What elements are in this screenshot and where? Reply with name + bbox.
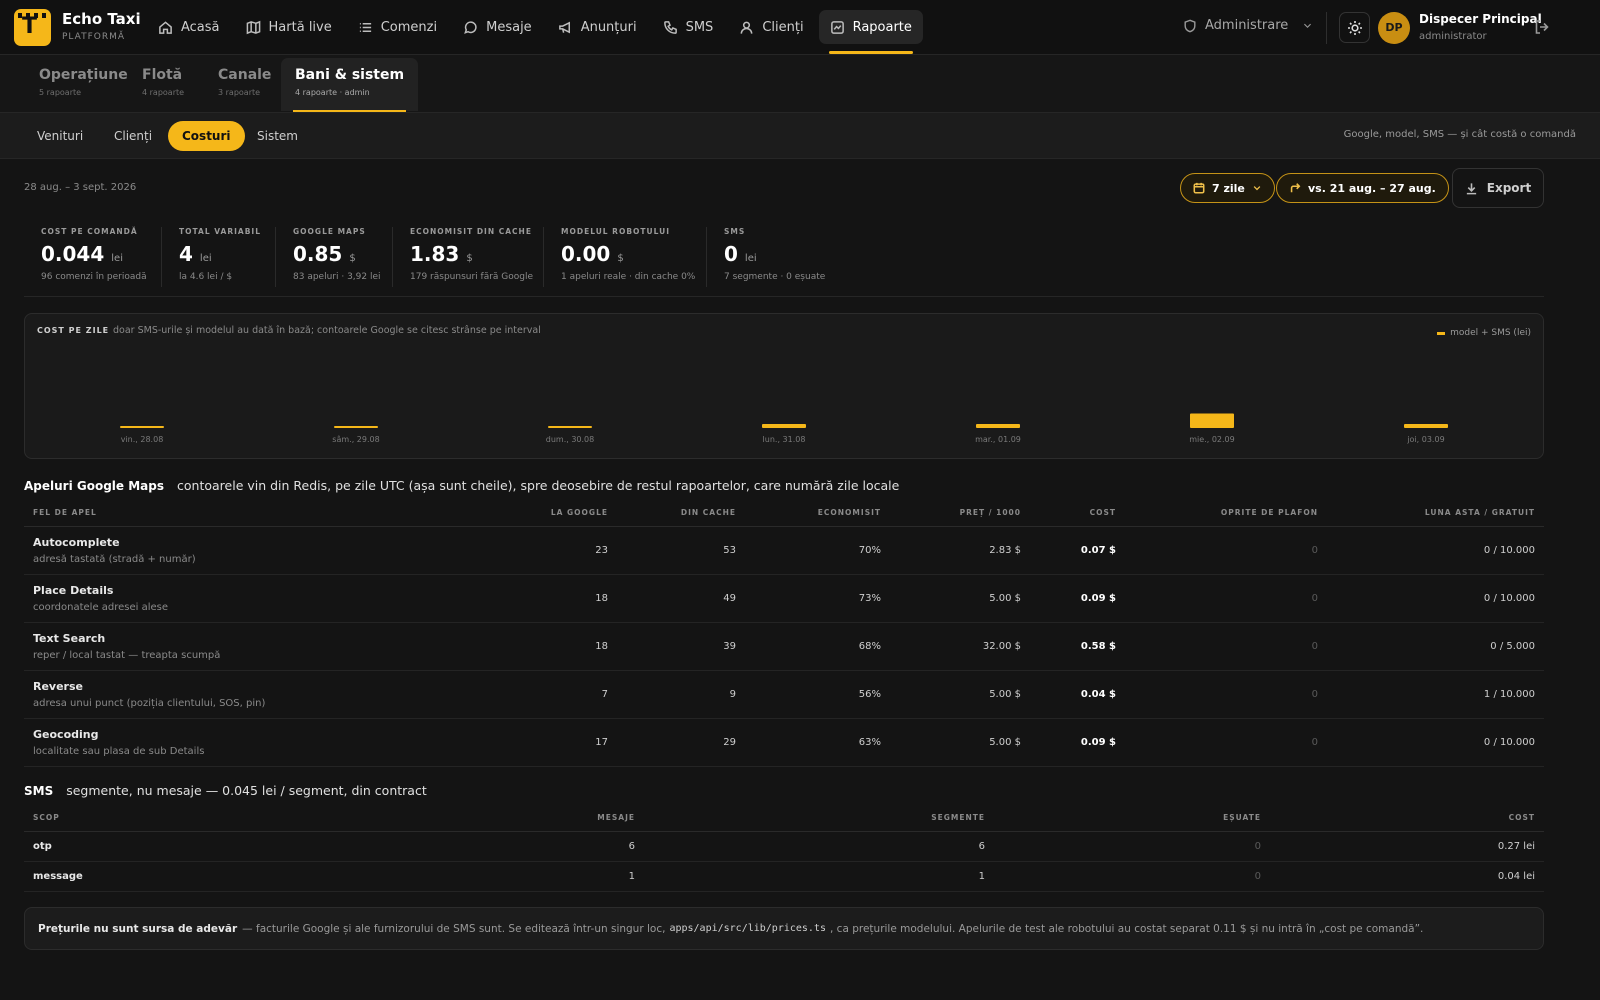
tab-canale[interactable]: Canale 3 rapoarte xyxy=(218,58,271,111)
table-row: Autocomplete adresă tastată (stradă + num… xyxy=(24,526,1544,575)
sms-table: SCOP MESAJE SEGMENTE EȘUATE COST otp 6 6 0 0.27 … xyxy=(24,805,1544,892)
phone-icon xyxy=(663,20,677,34)
kpi-google-maps: GOOGLE MAPS 0.85 $83 apeluri · 3,92 lei xyxy=(275,227,392,287)
google-calls-table: FEL DE APEL LA GOOGLE DIN CACHE ECONOMISIT P… xyxy=(24,500,1544,767)
chart-x-tick-label: joi, 03.09 xyxy=(1406,435,1444,444)
chart-x-tick-label: mar., 01.09 xyxy=(975,435,1021,444)
subtab-sistem[interactable]: Sistem xyxy=(243,121,312,151)
cost-per-day-chart: COST PE ZILE doar SMS-urile și modelul a… xyxy=(24,313,1544,459)
footnote-bold: Prețurile nu sunt sursa de adevăr xyxy=(38,922,238,935)
table-header-row: SCOP MESAJE SEGMENTE EȘUATE COST xyxy=(24,805,1544,832)
chart-x-tick-label: sâm., 29.08 xyxy=(332,435,379,444)
table-row: Reverse adresa unui punct (poziția client… xyxy=(24,670,1544,719)
chart-bar[interactable] xyxy=(762,424,806,428)
nav-item-sms[interactable]: SMS xyxy=(652,10,725,44)
subtab-venituri[interactable]: Venituri xyxy=(23,121,97,151)
kpi-total-variable: TOTAL VARIABIL 4 lei la 4.6 lei / $ xyxy=(161,227,275,287)
kpi-robot-model: MODELUL ROBOTULUI 0.00 $1 apeluri reale · … xyxy=(543,227,705,287)
chart-bar[interactable] xyxy=(120,426,164,428)
nav-item-comenzi[interactable]: Comenzi xyxy=(347,10,448,44)
megaphone-icon xyxy=(558,21,570,33)
chart-canvas: vin., 28.08 sâm., 29.08 dum., 30.08 lun., 3… xyxy=(120,413,1448,444)
chart-x-tick-label: dum., 30.08 xyxy=(546,435,594,444)
kpi-strip: COST PE COMANDĂ 0.044 lei 96 comenzi în per… xyxy=(24,227,1544,297)
chevron-down-icon xyxy=(1253,186,1261,191)
kpi-cache-savings: ECONOMISIT DIN CACHE 1.83 $179 răspunsuri … xyxy=(392,227,544,287)
kpi-cost-per-order: COST PE COMANDĂ 0.044 lei 96 comenzi în per… xyxy=(41,227,147,282)
chart-bar[interactable] xyxy=(548,426,592,428)
subtab-hint: Google, model, SMS — și cât costă o coma… xyxy=(1343,129,1576,140)
calendar-icon xyxy=(1193,182,1205,194)
date-range-label: 28 aug. – 3 sept. 2026 xyxy=(24,182,137,193)
user-icon xyxy=(740,21,753,34)
table-row: message 1 1 0 0.04 lei xyxy=(24,861,1544,892)
nav-item-mesaje[interactable]: Mesaje xyxy=(452,10,543,44)
user-name: Dispecer Principal xyxy=(1419,12,1542,26)
table-row: otp 6 6 0 0.27 lei xyxy=(24,831,1544,862)
google-section-note: contoarele vin din Redis, pe zile UTC (a… xyxy=(177,478,900,493)
taxi-logo-icon[interactable]: T xyxy=(14,9,51,46)
app-name: Echo Taxi xyxy=(62,10,141,28)
sms-section-title: SMS xyxy=(24,784,54,798)
table-row: Place Details coordonatele adresei alese 1… xyxy=(24,574,1544,623)
period-select[interactable]: 7 zile xyxy=(1180,173,1275,203)
nav-item-anunturi[interactable]: Anunțuri xyxy=(547,10,648,44)
compare-period-button[interactable]: vs. 21 aug. – 27 aug. xyxy=(1276,173,1449,203)
main-nav: Acasă Hartă live Comenzi Mesaje Anunțuri… xyxy=(147,10,923,54)
report-sub-tabs: Venituri Clienți Costuri Sistem Google, … xyxy=(0,113,1600,159)
google-section-title: Apeluri Google Maps xyxy=(24,479,165,493)
theme-toggle-button[interactable] xyxy=(1339,12,1370,43)
brand: Echo Taxi PLATFORMĂ xyxy=(62,10,141,43)
footnote-text-2: , ca prețurile modelului. Apelurile de t… xyxy=(830,922,1424,935)
chart-x-tick-label: vin., 28.08 xyxy=(121,435,164,444)
export-button[interactable]: Export xyxy=(1452,168,1544,208)
arrow-turn-icon xyxy=(1290,183,1301,193)
tab-flota[interactable]: Flotă 4 rapoarte xyxy=(142,58,184,111)
tab-bani-sistem[interactable]: Bani & sistem 4 rapoarte · admin xyxy=(281,58,419,112)
footnote-text-1: — facturile Google și ale furnizorului d… xyxy=(242,922,666,935)
chat-icon xyxy=(464,20,477,34)
kpi-sms: SMS 0 lei 7 segmente · 0 eșuate xyxy=(706,227,836,287)
list-icon xyxy=(359,22,371,32)
sun-icon xyxy=(1347,20,1362,35)
logout-button[interactable] xyxy=(1533,18,1551,36)
sms-section-header: SMS segmente, nu mesaje — 0.045 lei / se… xyxy=(24,783,427,799)
chart-bar[interactable] xyxy=(1404,424,1448,428)
chart-bar[interactable] xyxy=(976,424,1020,428)
chart-bar[interactable] xyxy=(1190,413,1234,428)
map-icon xyxy=(246,20,260,34)
top-bar: T Echo Taxi PLATFORMĂ Acasă Hartă live C… xyxy=(0,0,1600,55)
chevron-down-icon xyxy=(1304,23,1312,28)
report-section-tabs: Operațiune 5 rapoarte Flotă 4 rapoarte Can… xyxy=(0,55,1600,113)
nav-item-clienti[interactable]: Clienți xyxy=(728,10,814,44)
pricing-footnote: Prețurile nu sunt sursa de adevăr — fact… xyxy=(24,907,1544,950)
tab-operatiune[interactable]: Operațiune 5 rapoarte xyxy=(39,58,128,111)
table-row: Geocoding localitate sau plasa de sub Det… xyxy=(24,718,1544,767)
avatar[interactable]: DP xyxy=(1378,12,1410,44)
divider xyxy=(1326,12,1327,44)
subtab-clienti[interactable]: Clienți xyxy=(100,121,166,151)
chart-bar[interactable] xyxy=(334,426,378,428)
admin-menu[interactable]: Administrare xyxy=(1183,18,1313,33)
user-info: Dispecer Principal administrator xyxy=(1419,12,1542,43)
download-icon xyxy=(1466,182,1476,194)
shield-icon xyxy=(1184,19,1196,32)
home-icon xyxy=(159,20,172,34)
logout-icon xyxy=(1535,20,1549,34)
sms-section-note: segmente, nu mesaje — 0.045 lei / segmen… xyxy=(66,783,427,798)
user-role: administrator xyxy=(1419,31,1487,42)
app-subtitle: PLATFORMĂ xyxy=(62,32,126,42)
nav-item-acasa[interactable]: Acasă xyxy=(147,10,231,44)
google-section-header: Apeluri Google Maps contoarele vin din R… xyxy=(24,478,899,494)
admin-label: Administrare xyxy=(1205,18,1289,33)
table-header-row: FEL DE APEL LA GOOGLE DIN CACHE ECONOMISIT P… xyxy=(24,500,1544,527)
table-row: Text Search reper / local tastat — treapt… xyxy=(24,622,1544,671)
chart-x-tick-label: mie., 02.09 xyxy=(1189,435,1234,444)
subtab-costuri[interactable]: Costuri xyxy=(168,121,245,151)
footnote-code-path: apps/api/src/lib/prices.ts xyxy=(669,923,826,934)
nav-item-rapoarte[interactable]: Rapoarte xyxy=(818,10,923,54)
nav-item-harta-live[interactable]: Hartă live xyxy=(235,10,343,44)
chart-x-tick-label: lun., 31.08 xyxy=(763,435,806,444)
chart-icon xyxy=(830,20,844,34)
